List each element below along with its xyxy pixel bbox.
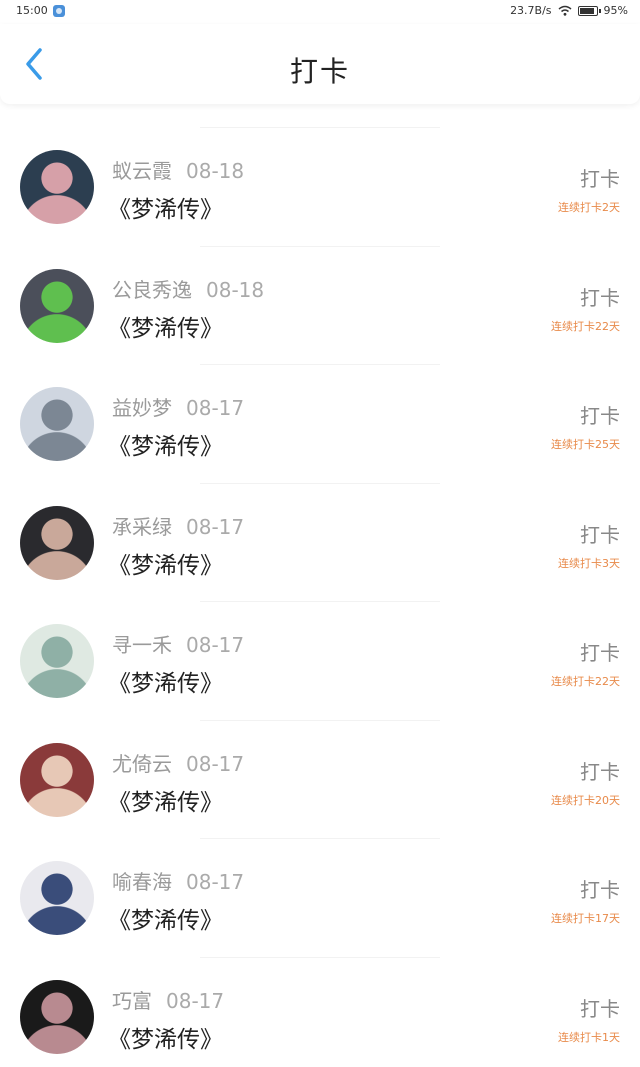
checkin-row[interactable]: 巧富 08-17 《梦浠传》 打卡连续打卡1天 [0,940,640,1059]
checkin-row[interactable]: 尤倚云 08-17 《梦浠传》 打卡连续打卡20天 [0,703,640,822]
status-right: 23.7B/s 95% [510,4,628,17]
user-name[interactable]: 寻一禾 [112,633,172,657]
checkin-date: 08-18 [206,277,265,302]
checkin-button[interactable]: 打卡 [580,756,620,785]
battery-level: 95% [603,4,628,17]
user-line: 公良秀逸 08-18 [112,274,264,303]
user-line: 寻一禾 08-17 [112,629,244,658]
streak-label: 连续打卡3天 [558,556,620,570]
streak-label: 连续打卡20天 [551,793,620,807]
checkin-row[interactable]: 公良秀逸 08-18 《梦浠传》 打卡连续打卡22天 [0,229,640,348]
book-title[interactable]: 《梦浠传》 [108,901,223,935]
user-name[interactable]: 蚁云霞 [112,159,172,183]
avatar[interactable] [20,387,94,461]
book-title[interactable]: 《梦浠传》 [108,1020,223,1054]
user-name[interactable]: 喻春海 [112,870,172,894]
user-line: 喻春海 08-17 [112,866,244,895]
checkin-date: 08-17 [186,396,245,420]
user-name[interactable]: 尤倚云 [112,752,172,776]
checkin-button[interactable]: 打卡 [580,637,620,666]
avatar[interactable] [20,861,94,935]
streak-label: 连续打卡22天 [551,675,620,688]
checkin-button[interactable]: 打卡 [580,282,620,311]
user-name[interactable]: 益妙梦 [112,396,172,420]
checkin-date: 08-17 [186,751,245,776]
book-title[interactable]: 《梦浠传》 [108,664,223,698]
checkin-row[interactable]: 益妙梦 08-17 《梦浠传》 打卡连续打卡25天 [0,347,640,466]
streak-label: 连续打卡1天 [558,1030,620,1044]
network-speed: 23.7B/s [510,4,552,17]
user-line: 益妙梦 08-17 [112,392,244,421]
checkin-date: 08-17 [186,870,245,894]
streak-label: 连续打卡25天 [551,438,620,451]
avatar[interactable] [20,742,94,817]
streak-label: 连续打卡17天 [551,912,620,925]
streak-label: 连续打卡2天 [558,201,620,214]
avatar[interactable] [20,979,94,1054]
battery-icon [577,5,601,16]
avatar[interactable] [20,505,94,580]
user-name[interactable]: 承采绿 [112,515,172,539]
checkin-date: 08-17 [166,988,225,1013]
avatar[interactable] [20,150,94,224]
checkin-date: 08-17 [186,514,245,539]
user-line: 蚁云霞 08-18 [112,155,244,184]
app-header: 打卡 [0,24,640,104]
checkin-list: 蚁云霞 08-18 《梦浠传》 打卡 连续打卡2天 公良秀逸 08-18 《梦浠传》 打卡 连续打… [0,110,640,1058]
checkin-button[interactable]: 打卡 [580,519,620,548]
status-time: 15:00 [16,4,48,17]
book-title[interactable]: 《梦浠传》 [108,190,223,224]
checkin-date: 08-18 [186,159,245,183]
user-line: 巧富 08-17 [112,985,224,1014]
checkin-button[interactable]: 打卡 [580,400,620,429]
checkin-button[interactable]: 打卡 [580,874,620,903]
checkin-row[interactable]: 蚁云霞 08-18 《梦浠传》 打卡连续打卡2天 [0,110,640,229]
status-bar: 15:00 23.7B/s 95% [0,0,640,24]
page-title: 打卡 [289,55,350,88]
avatar[interactable] [20,268,94,343]
user-line: 承采绿 08-17 [112,511,244,540]
user-name[interactable]: 公良秀逸 [112,278,192,302]
wifi-icon [558,5,572,16]
book-title[interactable]: 《梦浠传》 [108,783,223,817]
checkin-button[interactable]: 打卡 [580,163,620,192]
checkin-button[interactable]: 打卡 [580,993,620,1022]
streak-label: 连续打卡22天 [551,319,620,333]
book-title[interactable]: 《梦浠传》 [108,427,223,461]
checkin-row[interactable]: 寻一禾 08-17 《梦浠传》 打卡连续打卡22天 [0,584,640,703]
notification-app-icon [52,4,65,17]
user-name[interactable]: 巧富 [112,989,152,1013]
user-line: 尤倚云 08-17 [112,748,244,777]
status-left: 15:00 [16,4,65,17]
book-title[interactable]: 《梦浠传》 [108,546,223,580]
checkin-date: 08-17 [186,633,245,657]
checkin-row[interactable]: 承采绿 08-17 《梦浠传》 打卡连续打卡3天 [0,466,640,585]
avatar[interactable] [20,624,94,698]
book-title[interactable]: 《梦浠传》 [108,309,223,343]
checkin-row[interactable]: 喻春海 08-17 《梦浠传》 打卡连续打卡17天 [0,821,640,940]
